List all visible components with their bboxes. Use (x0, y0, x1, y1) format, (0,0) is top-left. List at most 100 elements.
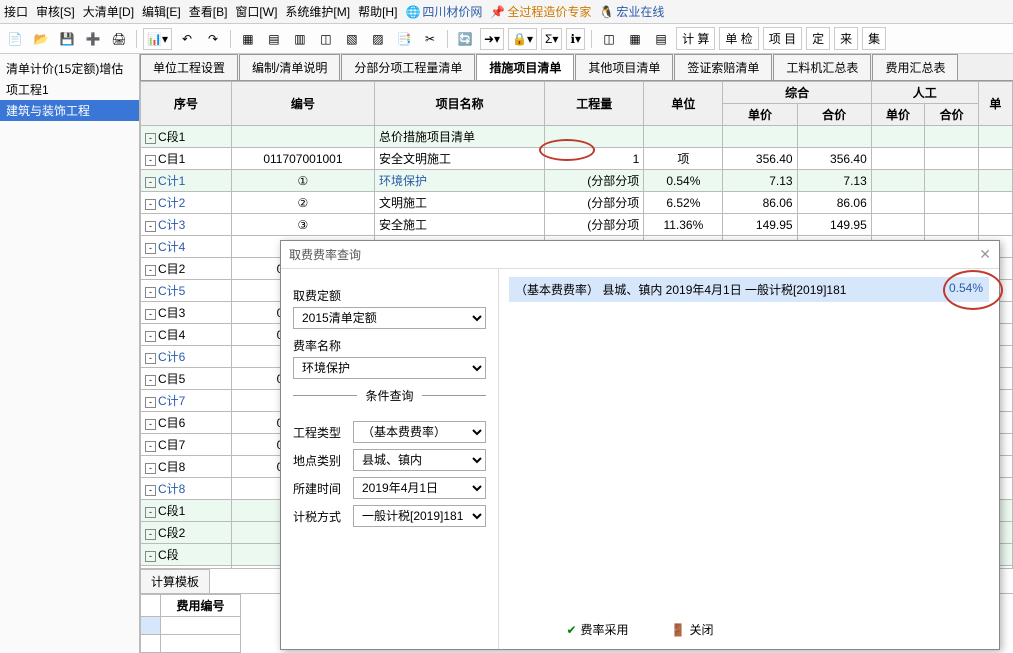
expand-icon[interactable]: - (145, 419, 156, 430)
tree-node[interactable]: 项工程1 (0, 79, 139, 100)
expand-icon[interactable]: - (145, 265, 156, 276)
info-combo[interactable]: ℹ▾ (566, 28, 585, 50)
table-row[interactable]: -C计3③安全施工(分部分项11.36%149.95149.95 (141, 214, 1013, 236)
expand-icon[interactable]: - (145, 463, 156, 474)
expand-icon[interactable]: - (145, 133, 156, 144)
btn-calc[interactable]: 计 算 (676, 27, 715, 50)
table-row[interactable]: -C目1011707001001安全文明施工1项356.40356.40 (141, 148, 1013, 170)
rate-select[interactable]: 环境保护 (293, 357, 486, 379)
col-unit[interactable]: 单位 (644, 82, 723, 126)
menu-item[interactable]: 帮助[H] (358, 3, 397, 20)
lock-combo[interactable]: 🔒▾ (508, 28, 537, 50)
col-code[interactable]: 编号 (231, 82, 374, 126)
table-row[interactable]: -C段1总价措施项目清单 (141, 126, 1013, 148)
col-group-zh[interactable]: 综合 (723, 82, 871, 104)
expand-icon[interactable]: - (145, 353, 156, 364)
tab-7[interactable]: 费用汇总表 (872, 54, 958, 80)
expand-icon[interactable]: - (145, 397, 156, 408)
btn-project[interactable]: 项 目 (763, 27, 802, 50)
tool-icon[interactable]: ▦ (237, 28, 259, 50)
new-icon[interactable]: 📄 (4, 28, 26, 50)
tool-icon[interactable]: ▤ (263, 28, 285, 50)
expand-icon[interactable]: - (145, 441, 156, 452)
btn-ji[interactable]: 集 (862, 27, 886, 50)
export-icon[interactable]: ➕ (82, 28, 104, 50)
table-row[interactable]: -C计2②文明施工(分部分项6.52%86.0686.06 (141, 192, 1013, 214)
open-icon[interactable]: 📂 (30, 28, 52, 50)
expand-icon[interactable]: - (145, 221, 156, 232)
cut-icon[interactable]: ✂ (419, 28, 441, 50)
menu-item[interactable]: 编辑[E] (142, 3, 181, 20)
bottom-tab[interactable]: 计算模板 (140, 569, 210, 593)
menu-item[interactable]: 审核[S] (36, 3, 75, 20)
expand-icon[interactable]: - (145, 177, 156, 188)
tab-0[interactable]: 单位工程设置 (140, 54, 238, 80)
tab-3[interactable]: 措施项目清单 (476, 54, 574, 80)
expand-icon[interactable]: - (145, 287, 156, 298)
menu-item[interactable]: 系统维护[M] (285, 3, 350, 20)
field-select[interactable]: 2019年4月1日 (353, 477, 486, 499)
expand-icon[interactable]: - (145, 155, 156, 166)
tab-4[interactable]: 其他项目清单 (575, 54, 673, 80)
field-select[interactable]: 一般计税[2019]181 (353, 505, 486, 527)
menu-item[interactable]: 窗口[W] (235, 3, 277, 20)
layout-icon[interactable]: ◫ (598, 28, 620, 50)
col-hj2[interactable]: 合价 (925, 104, 979, 126)
tool-icon[interactable]: 📑 (393, 28, 415, 50)
menu-item[interactable]: 接口 (4, 3, 28, 20)
tab-1[interactable]: 编制/清单说明 (239, 54, 340, 80)
btn-ding[interactable]: 定 (806, 27, 830, 50)
tool-icon[interactable]: ◫ (315, 28, 337, 50)
btn-check[interactable]: 单 检 (719, 27, 758, 50)
col-name[interactable]: 项目名称 (374, 82, 544, 126)
menu-item[interactable]: 大清单[D] (83, 3, 134, 20)
expand-icon[interactable]: - (145, 199, 156, 210)
col-dp[interactable]: 单价 (723, 104, 797, 126)
col-seq[interactable]: 序号 (141, 82, 232, 126)
print-icon[interactable]: 🖨 (108, 28, 130, 50)
undo-icon[interactable]: ↶ (176, 28, 198, 50)
expand-icon[interactable]: - (145, 485, 156, 496)
link-sichuan[interactable]: 🌐四川材价网 (405, 3, 482, 20)
tree-root[interactable]: 清单计价(15定额)增估 (0, 58, 139, 79)
expand-icon[interactable]: - (145, 507, 156, 518)
expand-icon[interactable]: - (145, 243, 156, 254)
tool-icon[interactable]: ▥ (289, 28, 311, 50)
col-qty[interactable]: 工程量 (545, 82, 644, 126)
table-row[interactable]: -C计1①环境保护(分部分项0.54%7.137.13 (141, 170, 1013, 192)
expand-icon[interactable]: - (145, 309, 156, 320)
result-row[interactable]: （基本费费率） 县城、镇内 2019年4月1日 一般计税[2019]181 0.… (509, 277, 989, 302)
section-title: 条件查询 (357, 389, 421, 403)
menu-item[interactable]: 查看[B] (189, 3, 228, 20)
redo-icon[interactable]: ↷ (202, 28, 224, 50)
combo-1[interactable]: 📊▾ (143, 28, 172, 50)
expand-icon[interactable]: - (145, 375, 156, 386)
layout-icon[interactable]: ▤ (650, 28, 672, 50)
col-fee-code[interactable]: 费用编号 (161, 595, 241, 617)
expand-icon[interactable]: - (145, 551, 156, 562)
layout-icon[interactable]: ▦ (624, 28, 646, 50)
field-select[interactable]: 县城、镇内 (353, 449, 486, 471)
quota-select[interactable]: 2015清单定额 (293, 307, 486, 329)
tab-6[interactable]: 工料机汇总表 (773, 54, 871, 80)
expand-icon[interactable]: - (145, 331, 156, 342)
col-dp2[interactable]: 单价 (871, 104, 925, 126)
tab-2[interactable]: 分部分项工程量清单 (341, 54, 475, 80)
save-icon[interactable]: 💾 (56, 28, 78, 50)
tree-node-selected[interactable]: 建筑与装饰工程 (0, 100, 139, 121)
link-hongye[interactable]: 🐧宏业在线 (599, 3, 664, 20)
expand-icon[interactable]: - (145, 529, 156, 540)
link-expert[interactable]: 📌全过程造价专家 (490, 3, 591, 20)
col-hj[interactable]: 合价 (797, 104, 871, 126)
combo-2[interactable]: ➜▾ (480, 28, 504, 50)
btn-lai[interactable]: 来 (834, 27, 858, 50)
tool-icon[interactable]: ▨ (367, 28, 389, 50)
col-single[interactable]: 单 (978, 82, 1012, 126)
tab-5[interactable]: 签证索赔清单 (674, 54, 772, 80)
col-group-rg[interactable]: 人工 (871, 82, 978, 104)
tool-icon[interactable]: 🔄 (454, 28, 476, 50)
close-icon[interactable]: ✕ (979, 246, 991, 263)
tool-icon[interactable]: ▧ (341, 28, 363, 50)
field-select[interactable]: （基本费费率） (353, 421, 486, 443)
sum-combo[interactable]: Σ▾ (541, 28, 562, 50)
